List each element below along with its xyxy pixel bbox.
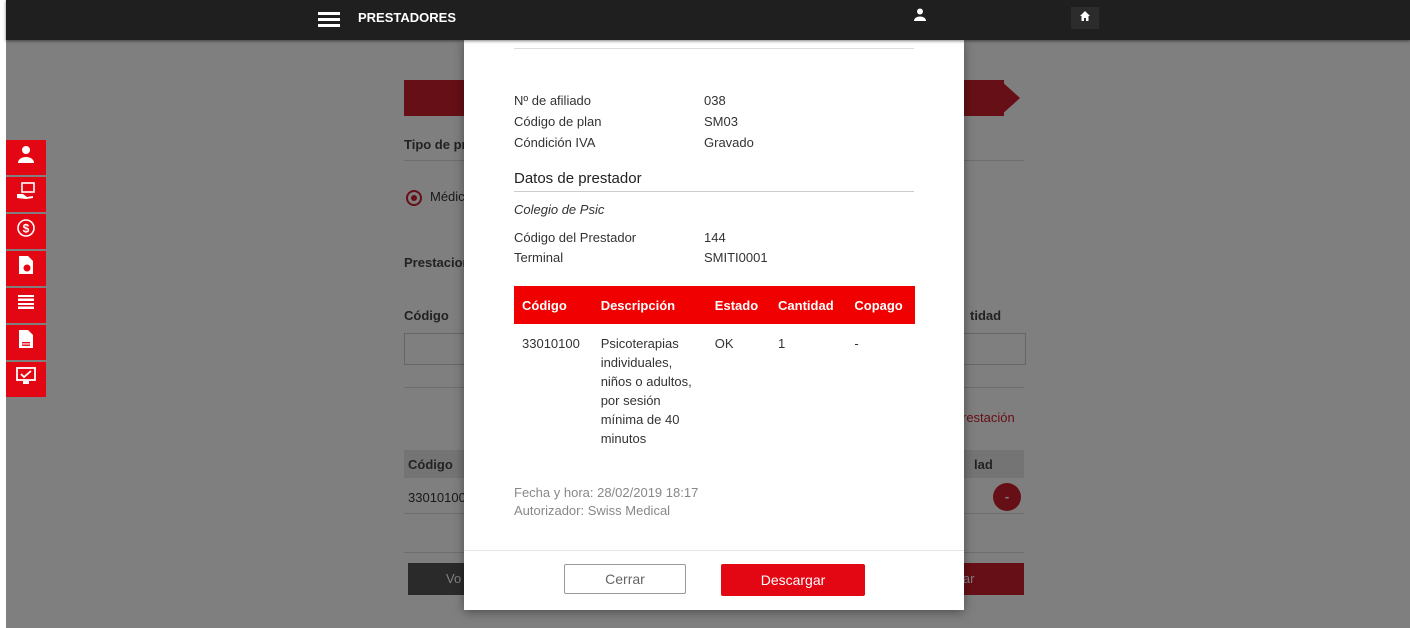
hamburger-icon[interactable] [318,10,340,28]
sidebar: $ [6,140,46,399]
modal-top-divider [514,48,914,49]
cell-codigo: 33010100 [522,336,580,351]
row-value: Gravado [704,135,754,150]
sidebar-document-icon[interactable] [6,325,46,360]
sidebar-monitor-check-icon[interactable] [6,362,46,397]
afiliado-number-row: Nº de afiliado 038 [514,93,726,108]
row-label: Cóndición IVA [514,135,596,150]
row-value: SM03 [704,114,738,129]
row-label: Código del Prestador [514,230,637,245]
column-header-copago: Copago [846,286,915,324]
column-header-codigo: Código [514,286,593,324]
column-header-cantidad: Cantidad [770,286,847,324]
descripcion-line: minutos [600,431,647,446]
close-button[interactable]: Cerrar [564,564,686,594]
home-button[interactable] [1071,7,1099,29]
row-label: Terminal [514,250,564,265]
autorizador: Autorizador: Swiss Medical [514,503,671,518]
user-icon[interactable] [914,8,926,24]
plan-code-row: Código de plan SM03 [514,114,738,129]
prestaciones-table: Código Descripción Estado Cantidad Copag… [514,286,915,458]
row-value: 144 [704,230,726,245]
home-icon [1080,11,1090,21]
top-navbar: PRESTADORES [6,0,1410,40]
sidebar-card-stack-icon[interactable] [6,288,46,323]
cell-copago: - [854,336,859,351]
descripcion-line: por sesión [600,393,661,408]
download-button[interactable]: Descargar [721,564,865,596]
row-label: Código de plan [514,114,602,129]
cell-descripcion: Psicoterapias individuales, niños o adul… [593,324,707,458]
fecha-hora: Fecha y hora: 28/02/2019 18:17 [514,485,699,500]
row-value: SMITI0001 [704,250,768,265]
modal-footer-divider [464,550,964,551]
row-value: 038 [704,93,726,108]
sidebar-hand-card-icon[interactable] [6,177,46,212]
prestador-name: Colegio de Psic [514,202,605,217]
sidebar-document-clock-icon[interactable] [6,251,46,286]
descripcion-line: Psicoterapias [600,336,679,351]
descripcion-line: mínima de 40 [600,412,680,427]
row-label: Nº de afiliado [514,93,592,108]
cell-estado: OK [714,336,734,351]
prestador-code-row: Código del Prestador 144 [514,230,726,245]
authorization-modal: Nº de afiliado 038 Código de plan SM03 Cón… [464,40,964,610]
terminal-row: Terminal SMITI0001 [514,250,768,265]
cell-cantidad: 1 [778,336,786,351]
app-title: PRESTADORES [358,10,456,25]
descripcion-line: niños o adultos, [600,374,692,389]
table-row: 33010100 Psicoterapias individuales, niñ… [514,324,915,458]
prestador-section-title: Datos de prestador [514,170,642,187]
column-header-estado: Estado [706,286,771,324]
iva-condition-row: Cóndición IVA Gravado [514,135,754,150]
section-divider [514,191,914,192]
sidebar-user-icon[interactable] [6,140,46,175]
svg-text:$: $ [23,222,30,236]
sidebar-dollar-icon[interactable]: $ [6,214,46,249]
column-header-descripcion: Descripción [592,286,707,324]
descripcion-line: individuales, [600,355,673,370]
